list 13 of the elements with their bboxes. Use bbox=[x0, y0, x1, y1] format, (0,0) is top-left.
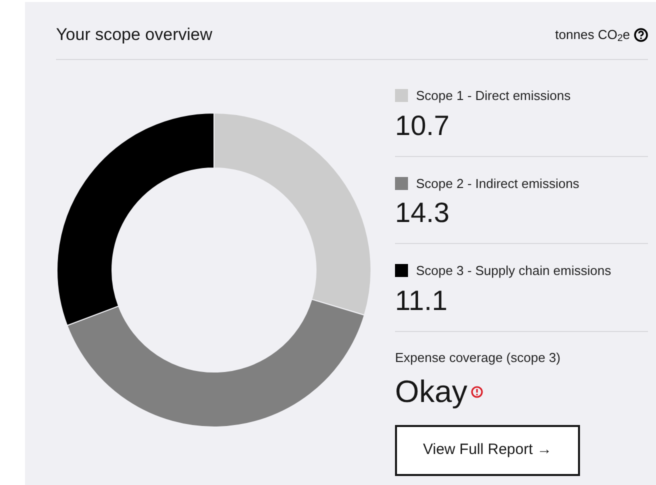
unit-label: tonnes CO$_{2}$e bbox=[555, 26, 630, 44]
emission-value: 14.3 bbox=[395, 196, 450, 230]
warning-icon[interactable] bbox=[471, 386, 484, 398]
legend-label: Scope 2 - Indirect emissions bbox=[416, 174, 580, 193]
coverage-label: Expense coverage (scope 3) bbox=[395, 348, 562, 367]
legend-label: Scope 3 - Supply chain emissions bbox=[416, 262, 612, 280]
card-title: Your scope overview bbox=[56, 24, 212, 46]
view-report-button[interactable]: View Full Report → bbox=[395, 425, 580, 476]
help-icon[interactable] bbox=[634, 28, 648, 42]
emission-value: 11.1 bbox=[395, 284, 448, 318]
coverage-status: Okay bbox=[395, 375, 468, 410]
emission-value: 10.7 bbox=[395, 108, 450, 142]
legend-label: Scope 1 - Direct emissions bbox=[416, 87, 571, 105]
